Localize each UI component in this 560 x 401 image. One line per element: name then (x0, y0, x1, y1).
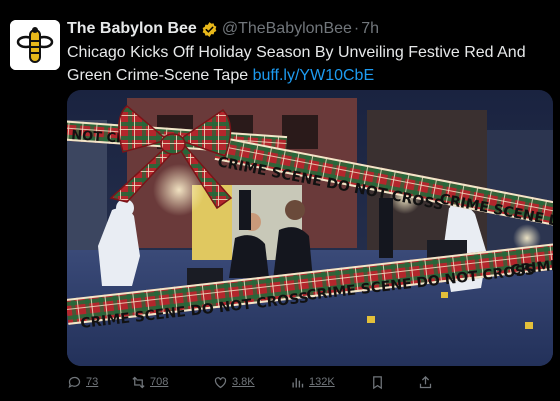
views-icon (292, 377, 304, 387)
views-button[interactable]: 132K (290, 375, 370, 390)
reply-button[interactable]: 73 (67, 375, 131, 390)
repost-count: 708 (150, 376, 169, 388)
verified-badge-icon (202, 21, 217, 37)
tweet-text: Chicago Kicks Off Holiday Season By Unve… (67, 41, 550, 87)
author-handle[interactable]: @TheBabylonBee (222, 20, 352, 38)
tweet-image[interactable]: NOT CROSS CRIME SCENE DO NOT CROSS CRIME… (67, 90, 553, 366)
reply-count: 73 (86, 376, 99, 388)
repost-button[interactable]: 708 (131, 375, 213, 390)
tweet-actions: 73 708 3.8K 132K (67, 373, 447, 391)
bookmark-button[interactable] (370, 375, 418, 390)
tweet[interactable]: The Babylon Bee @TheBabylonBee · 7h Chic… (0, 0, 560, 401)
repost-icon (132, 376, 145, 388)
like-count: 3.8K (232, 376, 255, 388)
share-button[interactable] (418, 375, 437, 390)
timestamp[interactable]: 7h (361, 20, 379, 38)
separator: · (353, 20, 360, 37)
share-icon (419, 375, 432, 388)
crime-scene-photo: NOT CROSS CRIME SCENE DO NOT CROSS CRIME… (67, 90, 553, 366)
tweet-header: The Babylon Bee @TheBabylonBee · 7h (67, 18, 550, 40)
views-count: 132K (309, 376, 335, 388)
like-button[interactable]: 3.8K (213, 375, 290, 390)
like-icon (214, 376, 227, 388)
bookmark-icon (373, 375, 382, 389)
author-name[interactable]: The Babylon Bee (67, 20, 197, 38)
reply-icon (68, 376, 81, 388)
avatar[interactable] (10, 20, 60, 70)
tweet-link[interactable]: buff.ly/YW10CbE (253, 67, 375, 84)
babylon-bee-logo-icon (10, 20, 60, 70)
